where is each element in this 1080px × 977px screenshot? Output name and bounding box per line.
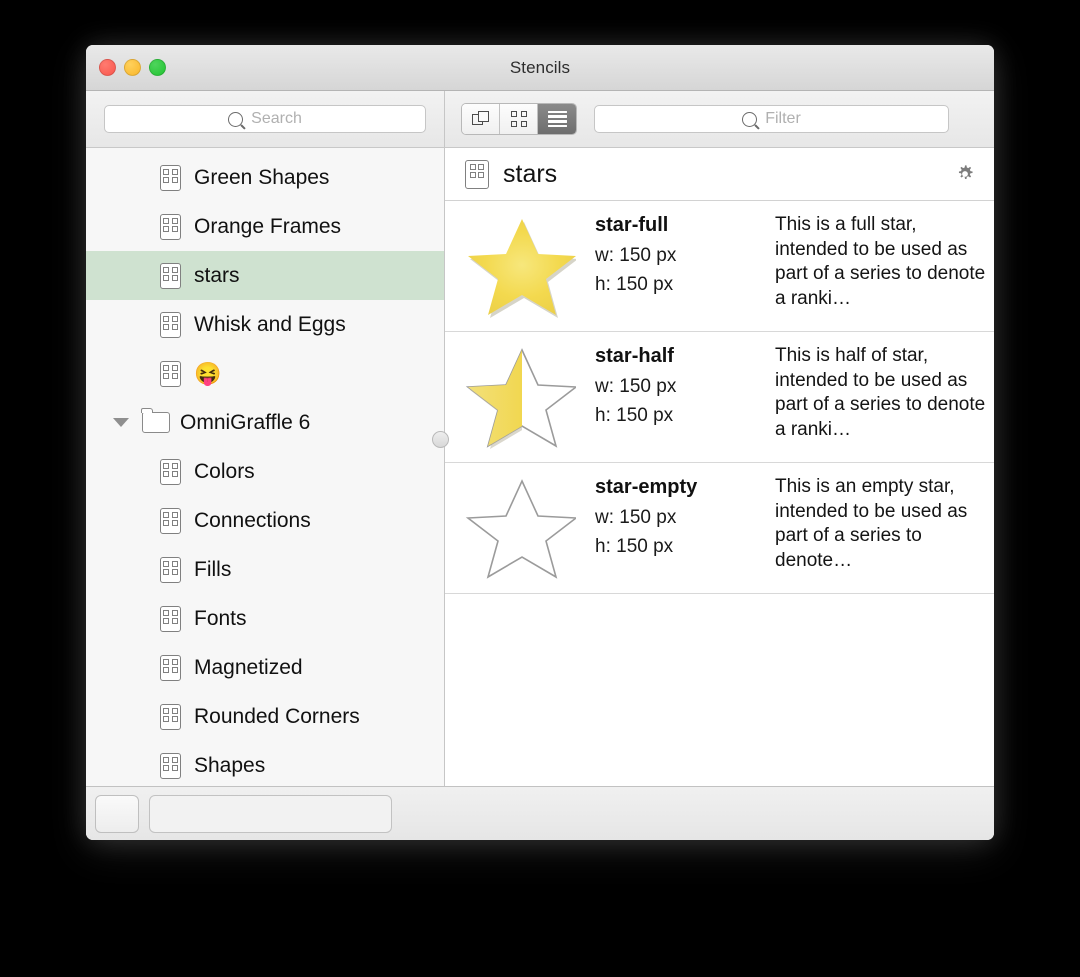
- sidebar-item-label: OmniGraffle 6: [180, 410, 311, 434]
- add-stencil-button[interactable]: [95, 794, 139, 833]
- sidebar-item-emoji[interactable]: 😝: [86, 349, 444, 398]
- filter-input[interactable]: Filter: [594, 105, 949, 133]
- overlapping-shapes-icon: [471, 110, 490, 128]
- stencil-icon: [160, 213, 181, 240]
- sidebar-item-label: Orange Frames: [194, 214, 342, 238]
- gear-icon[interactable]: [954, 163, 976, 185]
- sidebar-item-label: Rounded Corners: [194, 704, 360, 728]
- stencil-item-description: This is an empty star, intended to be us…: [775, 476, 968, 572]
- sidebar-item-label: 😝: [194, 360, 222, 386]
- filter-search-icon: [742, 111, 758, 127]
- stencil-item-description: This is a full star, intended to be used…: [775, 214, 986, 310]
- window-body: Green Shapes Orange Frames stars Whisk a…: [86, 148, 994, 786]
- stencil-item-description: This is half of star, intended to be use…: [775, 345, 986, 441]
- sidebar-item-label: Shapes: [194, 753, 266, 777]
- stencil-library-sidebar: Green Shapes Orange Frames stars Whisk a…: [86, 148, 445, 786]
- sidebar-item-label: Colors: [194, 459, 255, 483]
- stencil-title: stars: [503, 159, 558, 188]
- stencil-icon: [160, 360, 181, 387]
- stencil-item-width: w: 150 px: [595, 245, 677, 266]
- sidebar-item-fills[interactable]: Fills: [86, 545, 444, 594]
- sidebar-item-shapes[interactable]: Shapes: [86, 741, 444, 786]
- splitter-handle[interactable]: [432, 431, 449, 448]
- star-half-icon: [445, 343, 595, 451]
- stencil-header: stars: [445, 148, 994, 201]
- stencil-item-height: h: 150 px: [595, 535, 674, 557]
- stencil-icon: [160, 752, 181, 779]
- stencil-icon: [160, 164, 181, 191]
- sidebar-item-magnetized[interactable]: Magnetized: [86, 643, 444, 692]
- sidebar-item-label: Fonts: [194, 606, 247, 630]
- stencil-item-row[interactable]: star-full w: 150 px h: 150 px This is a …: [445, 201, 994, 332]
- view-mode-segmented-control: [461, 103, 577, 135]
- sidebar-item-whisk-and-eggs[interactable]: Whisk and Eggs: [86, 300, 444, 349]
- search-icon: [228, 111, 244, 127]
- chevron-down-icon[interactable]: [113, 418, 129, 427]
- sidebar-item-label: Whisk and Eggs: [194, 312, 346, 336]
- stencil-item-height: h: 150 px: [595, 404, 674, 426]
- sidebar-item-fonts[interactable]: Fonts: [86, 594, 444, 643]
- empty-list-area: [445, 594, 994, 786]
- sidebar-item-omnigraffle-6-folder[interactable]: OmniGraffle 6: [86, 398, 444, 447]
- sidebar-item-label: stars: [194, 263, 240, 287]
- stencil-item-row[interactable]: star-half w: 150 px h: 150 px This is ha…: [445, 332, 994, 463]
- stencil-item-height: h: 150 px: [595, 273, 674, 295]
- toolbar-sidebar-section: Search: [86, 91, 445, 147]
- stencil-item-width: w: 150 px: [595, 376, 677, 397]
- bottom-bar: [86, 786, 994, 840]
- sidebar-item-label: Magnetized: [194, 655, 303, 679]
- stencil-icon: [465, 159, 489, 189]
- stencil-item-meta: star-half w: 150 px h: 150 px: [595, 343, 775, 431]
- sidebar-item-label: Connections: [194, 508, 311, 532]
- toolbar-content-section: Filter: [445, 91, 994, 147]
- stencil-item-name: star-half: [595, 345, 674, 367]
- list-view-button[interactable]: [538, 104, 576, 134]
- folder-icon: [141, 408, 170, 433]
- stencil-item-name: star-empty: [595, 476, 698, 498]
- stencil-icon: [160, 654, 181, 681]
- bottom-field[interactable]: [149, 794, 392, 833]
- sidebar-item-colors[interactable]: Colors: [86, 447, 444, 496]
- sidebar-item-rounded-corners[interactable]: Rounded Corners: [86, 692, 444, 741]
- sidebar-item-stars[interactable]: stars: [86, 251, 444, 300]
- sidebar-item-label: Green Shapes: [194, 165, 330, 189]
- toolbar: Search Filter: [86, 91, 994, 148]
- list-icon: [547, 110, 567, 128]
- stencils-window: Stencils Search Filter Green Shapes Oran…: [86, 45, 994, 840]
- window-title: Stencils: [509, 57, 571, 77]
- canvas-view-button[interactable]: [462, 104, 500, 134]
- sidebar-item-orange-frames[interactable]: Orange Frames: [86, 202, 444, 251]
- stencil-item-meta: star-empty w: 150 px h: 150 px: [595, 474, 775, 562]
- search-input[interactable]: Search: [104, 105, 426, 133]
- stencil-icon: [160, 262, 181, 289]
- stencil-item-meta: star-full w: 150 px h: 150 px: [595, 212, 775, 300]
- star-full-icon: [445, 212, 595, 320]
- stencil-item-row[interactable]: star-empty w: 150 px h: 150 px This is a…: [445, 463, 994, 594]
- sidebar-item-connections[interactable]: Connections: [86, 496, 444, 545]
- search-placeholder: Search: [251, 110, 302, 127]
- sidebar-item-label: Fills: [194, 557, 232, 581]
- title-bar: Stencils: [86, 45, 994, 91]
- filter-placeholder: Filter: [765, 110, 801, 127]
- stencil-icon: [160, 556, 181, 583]
- grid-icon: [510, 111, 527, 127]
- stencil-icon: [160, 311, 181, 338]
- stencil-icon: [160, 703, 181, 730]
- star-empty-icon: [445, 474, 595, 582]
- stencil-icon: [160, 507, 181, 534]
- stencil-icon: [160, 605, 181, 632]
- stencil-icon: [160, 458, 181, 485]
- stencil-item-width: w: 150 px: [595, 507, 677, 528]
- grid-view-button[interactable]: [500, 104, 538, 134]
- stencil-content-pane: stars star-full w: 150 px h: 150 px This…: [445, 148, 994, 786]
- sidebar-item-green-shapes[interactable]: Green Shapes: [86, 153, 444, 202]
- stencil-item-name: star-full: [595, 214, 669, 236]
